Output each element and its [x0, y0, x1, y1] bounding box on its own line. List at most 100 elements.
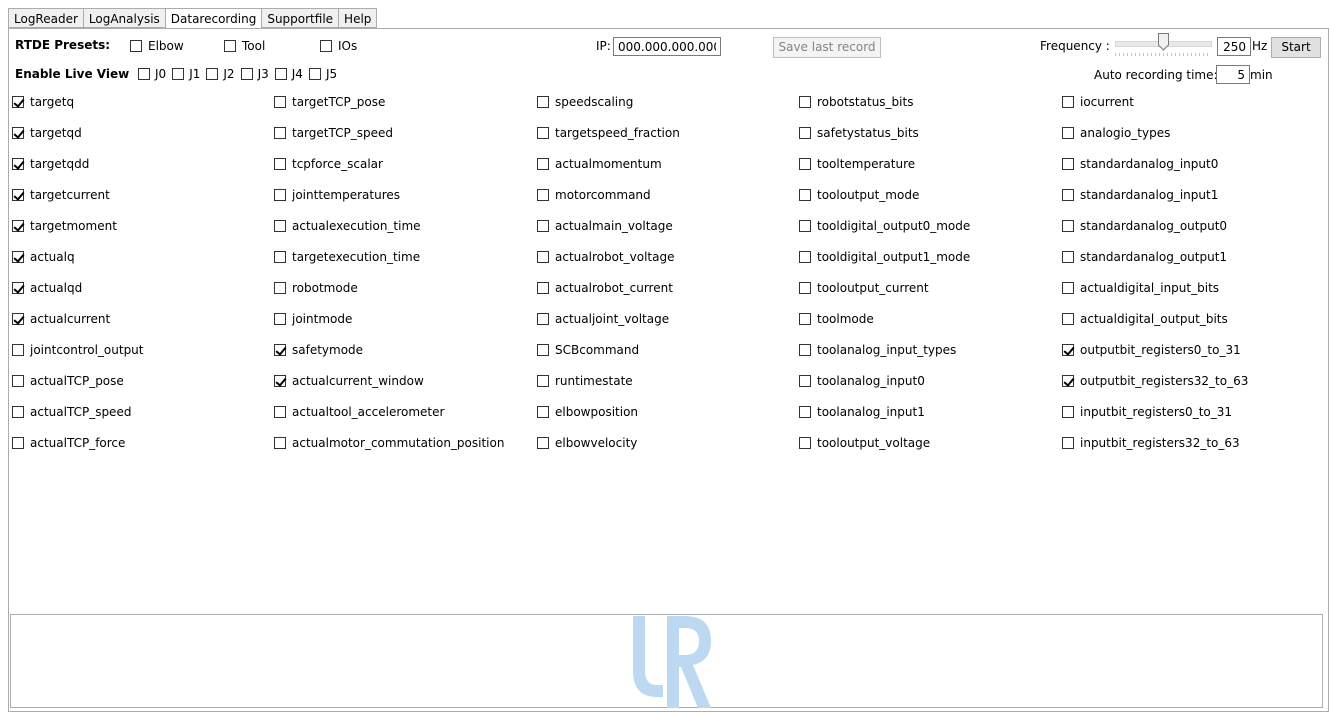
- signal-checkbox-box[interactable]: [1062, 406, 1074, 418]
- signal-checkbox[interactable]: targetTCP_pose: [274, 94, 385, 110]
- signal-checkbox-box[interactable]: [274, 127, 286, 139]
- j3-box[interactable]: [240, 68, 253, 80]
- signal-checkbox-box[interactable]: [274, 344, 286, 356]
- signal-checkbox-box[interactable]: [274, 282, 286, 294]
- signal-checkbox[interactable]: actualjoint_voltage: [537, 311, 669, 327]
- live-view-j5[interactable]: J5: [308, 67, 337, 81]
- signal-checkbox-box[interactable]: [12, 220, 24, 232]
- signal-checkbox[interactable]: actualcurrent: [12, 311, 110, 327]
- signal-checkbox-box[interactable]: [799, 127, 811, 139]
- signal-checkbox-box[interactable]: [537, 189, 549, 201]
- signal-checkbox[interactable]: tooltemperature: [799, 156, 915, 172]
- signal-checkbox[interactable]: runtimestate: [537, 373, 633, 389]
- signal-checkbox-box[interactable]: [537, 96, 549, 108]
- signal-checkbox-box[interactable]: [12, 375, 24, 387]
- signal-checkbox[interactable]: safetymode: [274, 342, 363, 358]
- signal-checkbox-box[interactable]: [537, 158, 549, 170]
- signal-checkbox-box[interactable]: [1062, 127, 1074, 139]
- j5-box[interactable]: [308, 68, 321, 80]
- signal-checkbox-box[interactable]: [799, 189, 811, 201]
- signal-checkbox[interactable]: inputbit_registers32_to_63: [1062, 435, 1240, 451]
- signal-checkbox[interactable]: toolanalog_input_types: [799, 342, 956, 358]
- signal-checkbox[interactable]: targetmoment: [12, 218, 117, 234]
- signal-checkbox[interactable]: tooloutput_mode: [799, 187, 919, 203]
- signal-checkbox[interactable]: robotmode: [274, 280, 358, 296]
- tab-supportfile[interactable]: Supportfile: [261, 8, 339, 28]
- signal-checkbox-box[interactable]: [12, 127, 24, 139]
- signal-checkbox[interactable]: standardanalog_output0: [1062, 218, 1227, 234]
- signal-checkbox-box[interactable]: [799, 313, 811, 325]
- signal-checkbox[interactable]: toolanalog_input1: [799, 404, 925, 420]
- signal-checkbox-box[interactable]: [799, 344, 811, 356]
- signal-checkbox-box[interactable]: [1062, 437, 1074, 449]
- signal-checkbox-box[interactable]: [274, 96, 286, 108]
- signal-checkbox[interactable]: safetystatus_bits: [799, 125, 919, 141]
- save-last-record-button[interactable]: Save last record: [773, 37, 881, 58]
- signal-checkbox[interactable]: targetqdd: [12, 156, 89, 172]
- signal-checkbox-box[interactable]: [274, 313, 286, 325]
- j1-box[interactable]: [172, 68, 185, 80]
- signal-checkbox[interactable]: standardanalog_input0: [1062, 156, 1218, 172]
- signal-checkbox[interactable]: robotstatus_bits: [799, 94, 913, 110]
- signal-checkbox[interactable]: actualrobot_current: [537, 280, 673, 296]
- live-view-j0[interactable]: J0: [138, 67, 166, 81]
- signal-checkbox-box[interactable]: [1062, 189, 1074, 201]
- signal-checkbox[interactable]: inputbit_registers0_to_31: [1062, 404, 1232, 420]
- signal-checkbox-box[interactable]: [799, 251, 811, 263]
- signal-checkbox[interactable]: actualTCP_pose: [12, 373, 124, 389]
- signal-checkbox-box[interactable]: [274, 437, 286, 449]
- signal-checkbox[interactable]: elbowposition: [537, 404, 638, 420]
- preset-tool-checkbox[interactable]: Tool: [224, 38, 265, 54]
- signal-checkbox-box[interactable]: [799, 437, 811, 449]
- frequency-slider-thumb[interactable]: [1157, 33, 1169, 51]
- signal-checkbox-box[interactable]: [1062, 344, 1074, 356]
- signal-checkbox[interactable]: targetspeed_fraction: [537, 125, 680, 141]
- signal-checkbox[interactable]: actualTCP_speed: [12, 404, 131, 420]
- signal-checkbox-box[interactable]: [274, 251, 286, 263]
- signal-checkbox-box[interactable]: [799, 375, 811, 387]
- signal-checkbox-box[interactable]: [12, 189, 24, 201]
- signal-checkbox-box[interactable]: [537, 127, 549, 139]
- signal-checkbox[interactable]: tooldigital_output1_mode: [799, 249, 970, 265]
- signal-checkbox-box[interactable]: [537, 375, 549, 387]
- signal-checkbox-box[interactable]: [537, 251, 549, 263]
- signal-checkbox-box[interactable]: [1062, 220, 1074, 232]
- signal-checkbox-box[interactable]: [12, 158, 24, 170]
- signal-checkbox[interactable]: actualcurrent_window: [274, 373, 424, 389]
- signal-checkbox-box[interactable]: [274, 189, 286, 201]
- live-view-j4[interactable]: J4: [274, 67, 303, 81]
- signal-checkbox[interactable]: actualtool_accelerometer: [274, 404, 444, 420]
- signal-checkbox-box[interactable]: [537, 437, 549, 449]
- signal-checkbox[interactable]: jointcontrol_output: [12, 342, 144, 358]
- signal-checkbox[interactable]: actualTCP_force: [12, 435, 125, 451]
- signal-checkbox-box[interactable]: [12, 406, 24, 418]
- tab-help[interactable]: Help: [338, 8, 378, 28]
- signal-checkbox-box[interactable]: [799, 220, 811, 232]
- signal-checkbox-box[interactable]: [537, 344, 549, 356]
- signal-checkbox-box[interactable]: [799, 96, 811, 108]
- signal-checkbox[interactable]: analogio_types: [1062, 125, 1170, 141]
- signal-checkbox[interactable]: outputbit_registers32_to_63: [1062, 373, 1248, 389]
- signal-checkbox-box[interactable]: [537, 220, 549, 232]
- signal-checkbox[interactable]: tooloutput_voltage: [799, 435, 930, 451]
- tab-logreader[interactable]: LogReader: [8, 8, 83, 28]
- signal-checkbox[interactable]: elbowvelocity: [537, 435, 637, 451]
- signal-checkbox[interactable]: standardanalog_output1: [1062, 249, 1227, 265]
- signal-checkbox[interactable]: actualq: [12, 249, 75, 265]
- signal-checkbox[interactable]: tooldigital_output0_mode: [799, 218, 970, 234]
- signal-checkbox-box[interactable]: [1062, 375, 1074, 387]
- signal-checkbox[interactable]: toolmode: [799, 311, 874, 327]
- signal-checkbox-box[interactable]: [12, 96, 24, 108]
- signal-checkbox[interactable]: targetTCP_speed: [274, 125, 393, 141]
- preset-ios-checkbox[interactable]: IOs: [320, 38, 357, 54]
- signal-checkbox[interactable]: actualmomentum: [537, 156, 662, 172]
- signal-checkbox[interactable]: standardanalog_input1: [1062, 187, 1218, 203]
- signal-checkbox[interactable]: motorcommand: [537, 187, 651, 203]
- ip-input[interactable]: [613, 37, 721, 56]
- signal-checkbox-box[interactable]: [1062, 251, 1074, 263]
- signal-checkbox-box[interactable]: [537, 406, 549, 418]
- live-view-j2[interactable]: J2: [206, 67, 235, 81]
- preset-elbow-checkbox[interactable]: Elbow: [130, 38, 184, 54]
- signal-checkbox-box[interactable]: [799, 158, 811, 170]
- signal-checkbox[interactable]: actualdigital_output_bits: [1062, 311, 1228, 327]
